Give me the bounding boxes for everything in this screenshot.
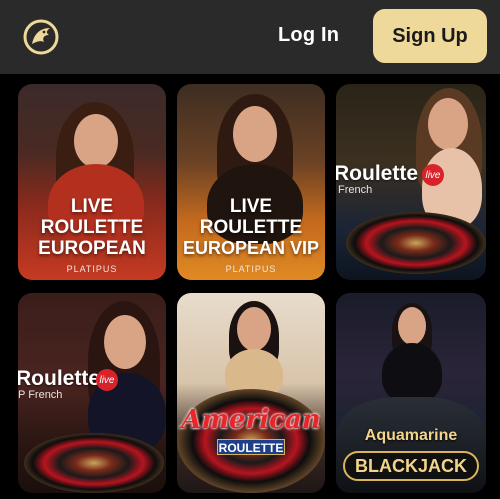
live-badge: live: [96, 369, 118, 391]
live-badge: live: [422, 164, 444, 186]
game-tile-live-roulette-european-vip[interactable]: LIVE ROULETTE EUROPEAN VIP PLATIPUS: [177, 84, 325, 280]
top-bar: Log In Sign Up: [0, 0, 500, 74]
roulette-wheel: [346, 212, 486, 274]
game-title-line: LIVE: [70, 196, 114, 217]
dealer-face: [428, 98, 468, 150]
game-tile-roulette-french[interactable]: Roulette live French: [336, 84, 486, 280]
game-tile-aquamarine-blackjack[interactable]: Aquamarine BLACKJACK: [336, 293, 486, 493]
game-title: Roulette: [336, 162, 418, 185]
game-title: Roulette: [18, 367, 100, 390]
game-title: Aquamarine: [364, 427, 458, 444]
game-grid: LIVE ROULETTE EUROPEAN PLATIPUS LIVE ROU…: [0, 74, 500, 499]
signup-button[interactable]: Sign Up: [373, 9, 487, 63]
game-subtitle: ROULETTE: [217, 439, 285, 455]
dealer-face: [74, 114, 118, 168]
game-provider: PLATIPUS: [66, 264, 118, 274]
game-tile-american-roulette[interactable]: American ROULETTE: [177, 293, 325, 493]
dealer-face: [398, 307, 426, 345]
game-title-line: ROULETTE: [40, 217, 144, 238]
game-title-line: EUROPEAN: [38, 238, 146, 259]
game-title-line: ROULETTE: [199, 217, 303, 238]
game-provider: PLATIPUS: [225, 264, 277, 274]
dealer-body: [382, 343, 442, 403]
dragon-logo-icon[interactable]: [22, 18, 60, 56]
dealer-face: [237, 307, 271, 351]
dealer-face: [104, 315, 146, 369]
game-subtitle: BLACKJACK: [343, 451, 479, 481]
login-link[interactable]: Log In: [278, 24, 339, 47]
game-subtitle: French: [338, 184, 373, 196]
game-title-line: EUROPEAN VIP: [182, 238, 320, 258]
roulette-wheel: [24, 433, 164, 493]
game-title: American: [181, 405, 321, 435]
game-title-line: LIVE: [229, 196, 273, 217]
game-subtitle: P French: [18, 389, 63, 401]
game-tile-live-roulette-european[interactable]: LIVE ROULETTE EUROPEAN PLATIPUS: [18, 84, 166, 280]
dealer-face: [233, 106, 277, 162]
game-tile-roulette-p-french[interactable]: Roulette live P French: [18, 293, 166, 493]
